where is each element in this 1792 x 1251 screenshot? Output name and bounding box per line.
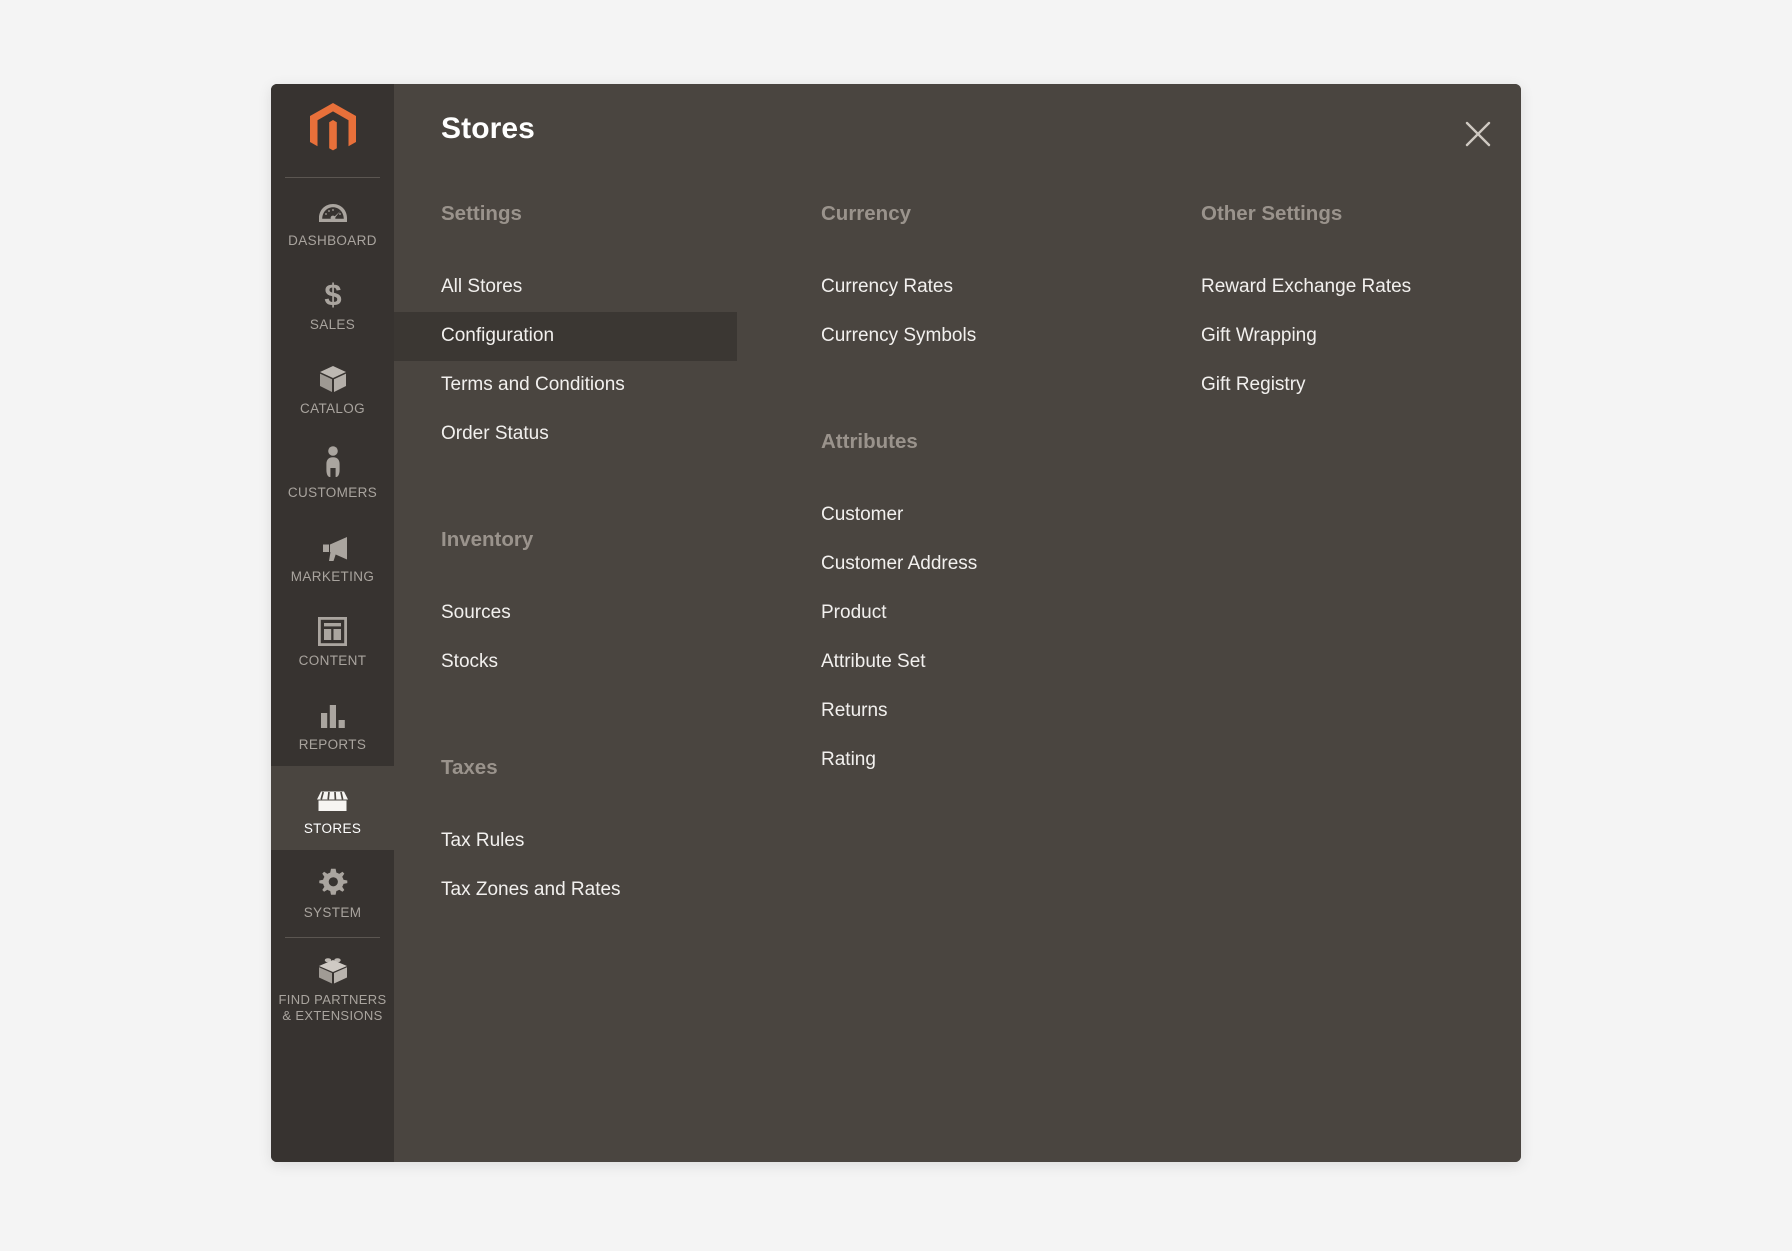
menu-link-customer-address[interactable]: Customer Address: [774, 540, 1154, 589]
sidebar-item-label: SYSTEM: [303, 905, 362, 920]
sidebar-item-label: REPORTS: [298, 737, 367, 752]
menu-group-gap: [394, 459, 774, 527]
sidebar-item-dashboard[interactable]: DASHBOARD: [271, 178, 394, 262]
menu-group-settings: Settings All Stores Configuration Terms …: [394, 201, 774, 459]
menu-group-title: Inventory: [441, 528, 534, 551]
close-icon: [1465, 121, 1491, 147]
sidebar-item-system[interactable]: SYSTEM: [271, 850, 394, 934]
menu-link-reward-exchange-rates[interactable]: Reward Exchange Rates: [1154, 263, 1521, 312]
svg-text:$: $: [324, 278, 341, 310]
menu-group-gap: [394, 687, 774, 755]
sidebar-item-stores[interactable]: STORES: [271, 766, 394, 850]
menu-link-attribute-set[interactable]: Attribute Set: [774, 638, 1154, 687]
sidebar-item-label-line2: & EXTENSIONS: [282, 1008, 383, 1023]
sidebar-item-label: STORES: [303, 821, 362, 836]
menu-link-customer[interactable]: Customer: [774, 491, 1154, 540]
menu-link-tax-zones-and-rates[interactable]: Tax Zones and Rates: [394, 866, 737, 915]
menu-link-rating[interactable]: Rating: [774, 736, 1154, 785]
menu-group-title: Currency: [821, 202, 912, 225]
sidebar-item-customers[interactable]: CUSTOMERS: [271, 430, 394, 514]
sidebar-item-label: CONTENT: [298, 653, 367, 668]
person-icon: [323, 444, 343, 478]
menu-link-tax-rules[interactable]: Tax Rules: [394, 817, 737, 866]
menu-link-gift-wrapping[interactable]: Gift Wrapping: [1154, 312, 1521, 361]
menu-link-product[interactable]: Product: [774, 589, 1154, 638]
menu-columns: Settings All Stores Configuration Terms …: [394, 174, 1521, 915]
sidebar-item-catalog[interactable]: CATALOG: [271, 346, 394, 430]
gear-icon: [318, 864, 348, 898]
menu-group-gap: [774, 361, 1154, 429]
sidebar-item-content[interactable]: CONTENT: [271, 598, 394, 682]
stores-menu-panel: DASHBOARD $ SALES CATALOG CUSTOMERS MARK…: [271, 84, 1521, 1162]
sidebar-item-label: SALES: [309, 317, 356, 332]
page-title: Stores: [441, 112, 535, 145]
sidebar-item-label-line1: FIND PARTNERS: [278, 992, 387, 1007]
menu-group-title: Attributes: [821, 430, 918, 453]
sidebar-item-label: CATALOG: [300, 401, 365, 416]
bar-chart-icon: [319, 696, 347, 730]
megaphone-icon: [317, 528, 349, 562]
menu-link-configuration[interactable]: Configuration: [394, 312, 737, 361]
sidebar-item-find-partners-extensions[interactable]: FIND PARTNERS & EXTENSIONS: [271, 938, 394, 1037]
sidebar-item-label: MARKETING: [290, 569, 375, 584]
menu-group-title: Settings: [441, 202, 522, 225]
menu-group-title: Other Settings: [1201, 202, 1343, 225]
box-icon: [318, 360, 348, 394]
menu-column-other-settings: Other Settings Reward Exchange Rates Gif…: [1154, 201, 1521, 915]
sidebar-item-reports[interactable]: REPORTS: [271, 682, 394, 766]
menu-group-other-settings: Other Settings Reward Exchange Rates Gif…: [1154, 201, 1521, 410]
panel-header: Stores: [394, 84, 1521, 174]
dollar-icon: $: [322, 276, 344, 310]
gauge-icon: [318, 192, 348, 226]
storefront-icon: [316, 780, 349, 814]
menu-group-inventory: Inventory Sources Stocks: [394, 527, 774, 687]
stores-menu-content: Stores Settings All Stores Configuration…: [394, 84, 1521, 1162]
menu-group-attributes: Attributes Customer Customer Address Pro…: [774, 429, 1154, 785]
menu-group-taxes: Taxes Tax Rules Tax Zones and Rates: [394, 755, 774, 915]
sidebar-item-label: DASHBOARD: [288, 233, 377, 248]
magento-logo[interactable]: [271, 84, 394, 174]
menu-group-title: Taxes: [441, 756, 498, 779]
menu-link-returns[interactable]: Returns: [774, 687, 1154, 736]
menu-link-currency-symbols[interactable]: Currency Symbols: [774, 312, 1154, 361]
magento-logo-icon: [309, 103, 356, 151]
menu-link-stocks[interactable]: Stocks: [394, 638, 737, 687]
menu-link-order-status[interactable]: Order Status: [394, 410, 737, 459]
layout-icon: [318, 612, 347, 646]
admin-sidebar: DASHBOARD $ SALES CATALOG CUSTOMERS MARK…: [271, 84, 394, 1162]
menu-link-sources[interactable]: Sources: [394, 589, 737, 638]
menu-link-terms-and-conditions[interactable]: Terms and Conditions: [394, 361, 737, 410]
menu-link-currency-rates[interactable]: Currency Rates: [774, 263, 1154, 312]
menu-link-gift-registry[interactable]: Gift Registry: [1154, 361, 1521, 410]
lego-block-icon: [317, 951, 349, 985]
menu-column-currency-attributes: Currency Currency Rates Currency Symbols…: [774, 201, 1154, 915]
sidebar-item-label: CUSTOMERS: [287, 485, 378, 500]
menu-column-settings: Settings All Stores Configuration Terms …: [394, 201, 774, 915]
close-button[interactable]: [1458, 114, 1498, 154]
menu-group-currency: Currency Currency Rates Currency Symbols: [774, 201, 1154, 361]
sidebar-item-sales[interactable]: $ SALES: [271, 262, 394, 346]
menu-link-all-stores[interactable]: All Stores: [394, 263, 737, 312]
sidebar-item-marketing[interactable]: MARKETING: [271, 514, 394, 598]
